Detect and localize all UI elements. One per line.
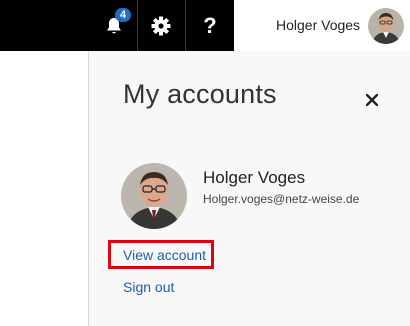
highlight-box [108,240,214,269]
notifications-button[interactable]: 4 [91,0,137,51]
notification-count-badge: 4 [115,8,131,22]
settings-button[interactable] [138,0,184,51]
avatar[interactable] [368,8,404,44]
my-accounts-panel: My accounts Holger Voges Holger.voges@ne… [88,51,410,326]
page: 4 ? Holger Voges My accounts Holger Voge… [0,0,410,326]
account-name: Holger Voges [203,168,306,187]
top-header: 4 ? Holger Voges [0,0,410,51]
sign-out-link[interactable]: Sign out [123,279,174,295]
user-photo-icon [368,8,404,44]
left-content-area [0,51,88,326]
account-email: Holger.voges@netz-weise.de [203,192,360,206]
panel-title: My accounts [123,79,277,109]
user-photo-icon [121,163,187,229]
header-user-name[interactable]: Holger Voges [276,17,360,33]
close-button[interactable] [361,89,383,111]
account-avatar [121,163,187,229]
help-button[interactable]: ? [187,0,233,51]
help-icon: ? [203,12,217,38]
gear-icon [151,16,171,35]
close-icon [366,94,378,106]
header-separator [185,0,186,51]
